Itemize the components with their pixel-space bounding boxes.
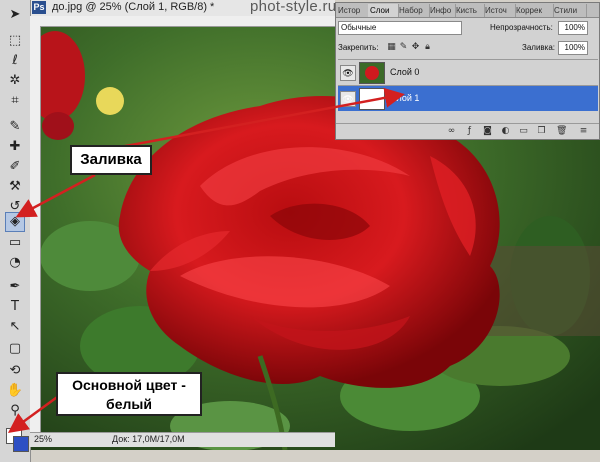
adjustment-layer-icon[interactable]: ◐ [500,126,511,137]
lock-label: Закрепить: [338,43,379,52]
zoom-level[interactable]: 25% [34,434,52,444]
status-bar: 25% Док: 17,0M/17,0M [30,432,335,447]
shape-tool-icon[interactable]: ▢ [6,340,24,358]
pen-tool-icon[interactable]: ✒ [6,278,24,296]
hand-tool-icon[interactable]: ✋ [6,382,24,400]
brush-tool-icon[interactable]: ✐ [6,158,24,176]
tools-panel: ➤ ⬚ ℓ ✲ ⌗ ✎ ✚ ✐ ⚒ ↺ ◈ ▭ ◔ ✒ T ↖ ▢ ⟲ ✋ ⚲ [0,0,31,462]
new-layer-icon[interactable]: ❐ [536,126,547,137]
new-group-icon[interactable]: ▭ [518,126,529,137]
3d-rotate-tool-icon[interactable]: ⟲ [6,362,24,380]
tab-info[interactable]: Инфо [428,4,456,17]
lock-all-icon[interactable]: 🔒︎ [422,42,433,53]
magic-wand-tool-icon[interactable]: ✲ [6,72,24,90]
type-tool-icon[interactable]: T [6,298,24,316]
panel-menu-icon[interactable]: ≡ [578,126,589,137]
tab-source[interactable]: Источ [483,4,516,17]
crop-tool-icon[interactable]: ⌗ [6,92,24,110]
background-color-swatch[interactable] [13,436,29,452]
fill-label: Заливка: [522,43,556,52]
paint-bucket-tool-icon[interactable]: ◈ [5,212,25,232]
layer-style-icon[interactable]: ƒ [464,126,475,137]
tab-brush[interactable]: Кисть [454,4,485,17]
clone-stamp-tool-icon[interactable]: ⚒ [6,178,24,196]
layer-name: Слой 0 [390,67,420,77]
lock-position-icon[interactable]: ✥ [410,42,421,53]
tab-history[interactable]: Истор [336,4,370,17]
layer-mask-icon[interactable]: ◙ [482,126,493,137]
tab-layers[interactable]: Слои [368,4,399,17]
tab-styles[interactable]: Стили [552,4,587,17]
lock-transparency-icon[interactable]: ▦ [386,42,397,53]
vertical-ruler[interactable] [30,26,41,434]
layer-row-layer-1[interactable]: 👁︎ Слой 1 [338,85,598,111]
layer-thumbnail [359,62,385,84]
document-size: Док: 17,0M/17,0M [112,434,185,444]
blur-tool-icon[interactable]: ◔ [6,254,24,272]
layer-row-layer-0[interactable]: 👁︎ Слой 0 [338,59,598,85]
healing-brush-tool-icon[interactable]: ✚ [6,138,24,156]
blend-mode-select[interactable]: Обычные [338,21,462,35]
tab-adjustments[interactable]: Коррек [514,4,554,17]
callout-foreground-color: Основной цвет - белый [56,372,202,416]
marquee-tool-icon[interactable]: ⬚ [6,32,24,50]
callout-fill: Заливка [70,145,152,175]
panel-tabs: Истор Слои Набор Инфо Кисть Источ Коррек… [336,3,599,18]
layers-panel-footer: ∞ ƒ ◙ ◐ ▭ ❐ 🗑︎ ≡ [336,123,599,140]
photoshop-logo-icon: Ps [32,1,46,14]
layers-panel: Истор Слои Набор Инфо Кисть Источ Коррек… [335,2,600,140]
opacity-input[interactable]: 100% [558,21,588,35]
move-tool-icon[interactable]: ➤ [6,6,24,24]
visibility-eye-icon[interactable]: 👁︎ [340,91,356,107]
tab-presets[interactable]: Набор [397,4,430,17]
layer-name: Слой 1 [390,93,420,103]
delete-layer-icon[interactable]: 🗑︎ [556,126,567,137]
opacity-label: Непрозрачность: [490,23,553,32]
fill-input[interactable]: 100% [558,41,588,55]
path-selection-tool-icon[interactable]: ↖ [6,318,24,336]
layer-thumbnail [359,88,385,110]
zoom-tool-icon[interactable]: ⚲ [6,402,24,420]
lock-pixels-icon[interactable]: ✎ [398,42,409,53]
link-layers-icon[interactable]: ∞ [446,126,457,137]
document-title: до.jpg @ 25% (Слой 1, RGB/8) * [52,1,215,13]
eyedropper-tool-icon[interactable]: ✎ [6,118,24,136]
lasso-tool-icon[interactable]: ℓ [6,52,24,70]
visibility-eye-icon[interactable]: 👁︎ [340,65,356,81]
watermark: phot-style.ru [250,0,337,15]
eraser-tool-icon[interactable]: ▭ [6,234,24,252]
